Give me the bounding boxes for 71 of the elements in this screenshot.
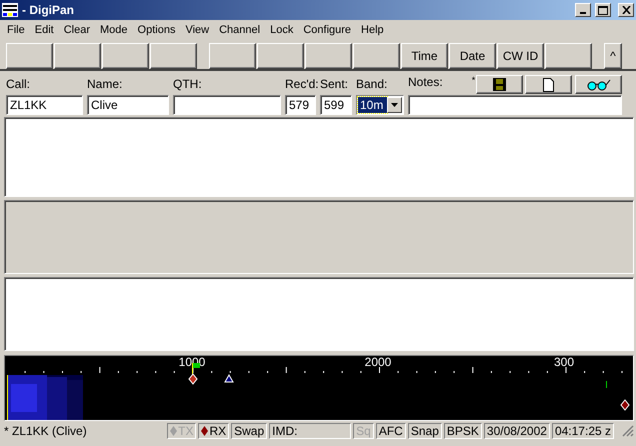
band-dropdown[interactable]: 10m	[356, 95, 404, 115]
diamond-icon	[170, 426, 178, 436]
minimize-button[interactable]	[575, 3, 592, 17]
find-button[interactable]	[575, 75, 622, 94]
input-field[interactable]: ZL1KK	[6, 95, 83, 115]
status-text: * ZL1KK (Clive)	[4, 423, 88, 440]
blank-button[interactable]	[353, 43, 400, 69]
diamond-marker[interactable]	[620, 399, 630, 411]
toolbar-button[interactable]: Time	[401, 43, 448, 69]
transmit-text-pane[interactable]	[4, 277, 634, 351]
resize-grip-icon	[622, 425, 634, 437]
blank-button[interactable]	[6, 43, 53, 69]
field-label: Band:	[356, 77, 388, 92]
status-panel[interactable]: Swap	[231, 423, 268, 439]
menu-item[interactable]: Channel	[214, 22, 266, 39]
input-field[interactable]	[408, 95, 622, 115]
blank-button[interactable]	[54, 43, 101, 69]
close-icon	[622, 6, 630, 14]
save-button[interactable]	[476, 75, 522, 94]
menu-item[interactable]: View	[180, 22, 214, 39]
status-panel[interactable]: BPSK	[444, 423, 482, 439]
scale-label: 300	[554, 356, 574, 369]
status-panel[interactable]: 30/08/2002	[484, 423, 550, 439]
status-panel[interactable]: AFC	[376, 423, 406, 439]
maximize-button[interactable]	[595, 3, 612, 17]
signal-mark	[606, 381, 607, 388]
status-panel[interactable]: 04:17:25 z	[552, 423, 614, 439]
blank-button[interactable]	[305, 43, 352, 69]
triangle-marker[interactable]	[224, 374, 234, 382]
blank-button[interactable]	[545, 43, 592, 69]
input-field[interactable]: 599	[320, 95, 352, 115]
field-label: Call:	[6, 77, 32, 92]
document-icon	[543, 78, 554, 92]
receive-text-pane[interactable]	[4, 117, 634, 197]
app-icon	[2, 3, 18, 17]
field-label: Rec'd:	[285, 77, 316, 92]
diamond-marker[interactable]	[188, 373, 198, 385]
new-button[interactable]	[525, 75, 572, 94]
menu-item[interactable]: Configure	[298, 22, 356, 39]
input-field[interactable]	[173, 95, 281, 115]
field-label: Name:	[87, 77, 124, 92]
toolbar-button[interactable]: Date	[449, 43, 496, 69]
field-label: Sent:	[320, 77, 350, 92]
menu-item[interactable]: Clear	[58, 22, 95, 39]
menu-item[interactable]: File	[2, 22, 30, 39]
glasses-icon	[586, 78, 610, 90]
maximize-icon	[598, 6, 608, 14]
toolbar-button[interactable]: ^	[604, 43, 622, 69]
status-panel[interactable]: RX	[198, 423, 230, 439]
blank-button[interactable]	[257, 43, 304, 69]
blank-button[interactable]	[102, 43, 149, 69]
menu-item[interactable]: Options	[132, 22, 180, 39]
menu-item[interactable]: Help	[356, 22, 389, 39]
close-button[interactable]	[618, 3, 634, 17]
status-panel[interactable]: IMD:	[269, 423, 352, 439]
status-panel[interactable]: Snap	[408, 423, 442, 439]
menu-item[interactable]: Lock	[265, 22, 298, 39]
menu-item[interactable]: Edit	[30, 22, 59, 39]
input-field[interactable]: Clive	[87, 95, 169, 115]
asterisk-mark: *	[472, 75, 476, 85]
scale-label: 2000	[364, 356, 392, 369]
diamond-icon	[201, 426, 208, 436]
menu-item[interactable]: Mode	[95, 22, 133, 39]
field-label: QTH:	[173, 77, 203, 92]
toolbar-button[interactable]: CW ID	[497, 43, 544, 69]
field-label: Notes:	[408, 75, 443, 90]
blank-button[interactable]	[209, 43, 256, 69]
input-field[interactable]: 579	[285, 95, 316, 115]
dropdown-arrow-icon	[390, 103, 398, 107]
window-title: - DigiPan	[22, 2, 74, 19]
blank-button[interactable]	[150, 43, 197, 69]
